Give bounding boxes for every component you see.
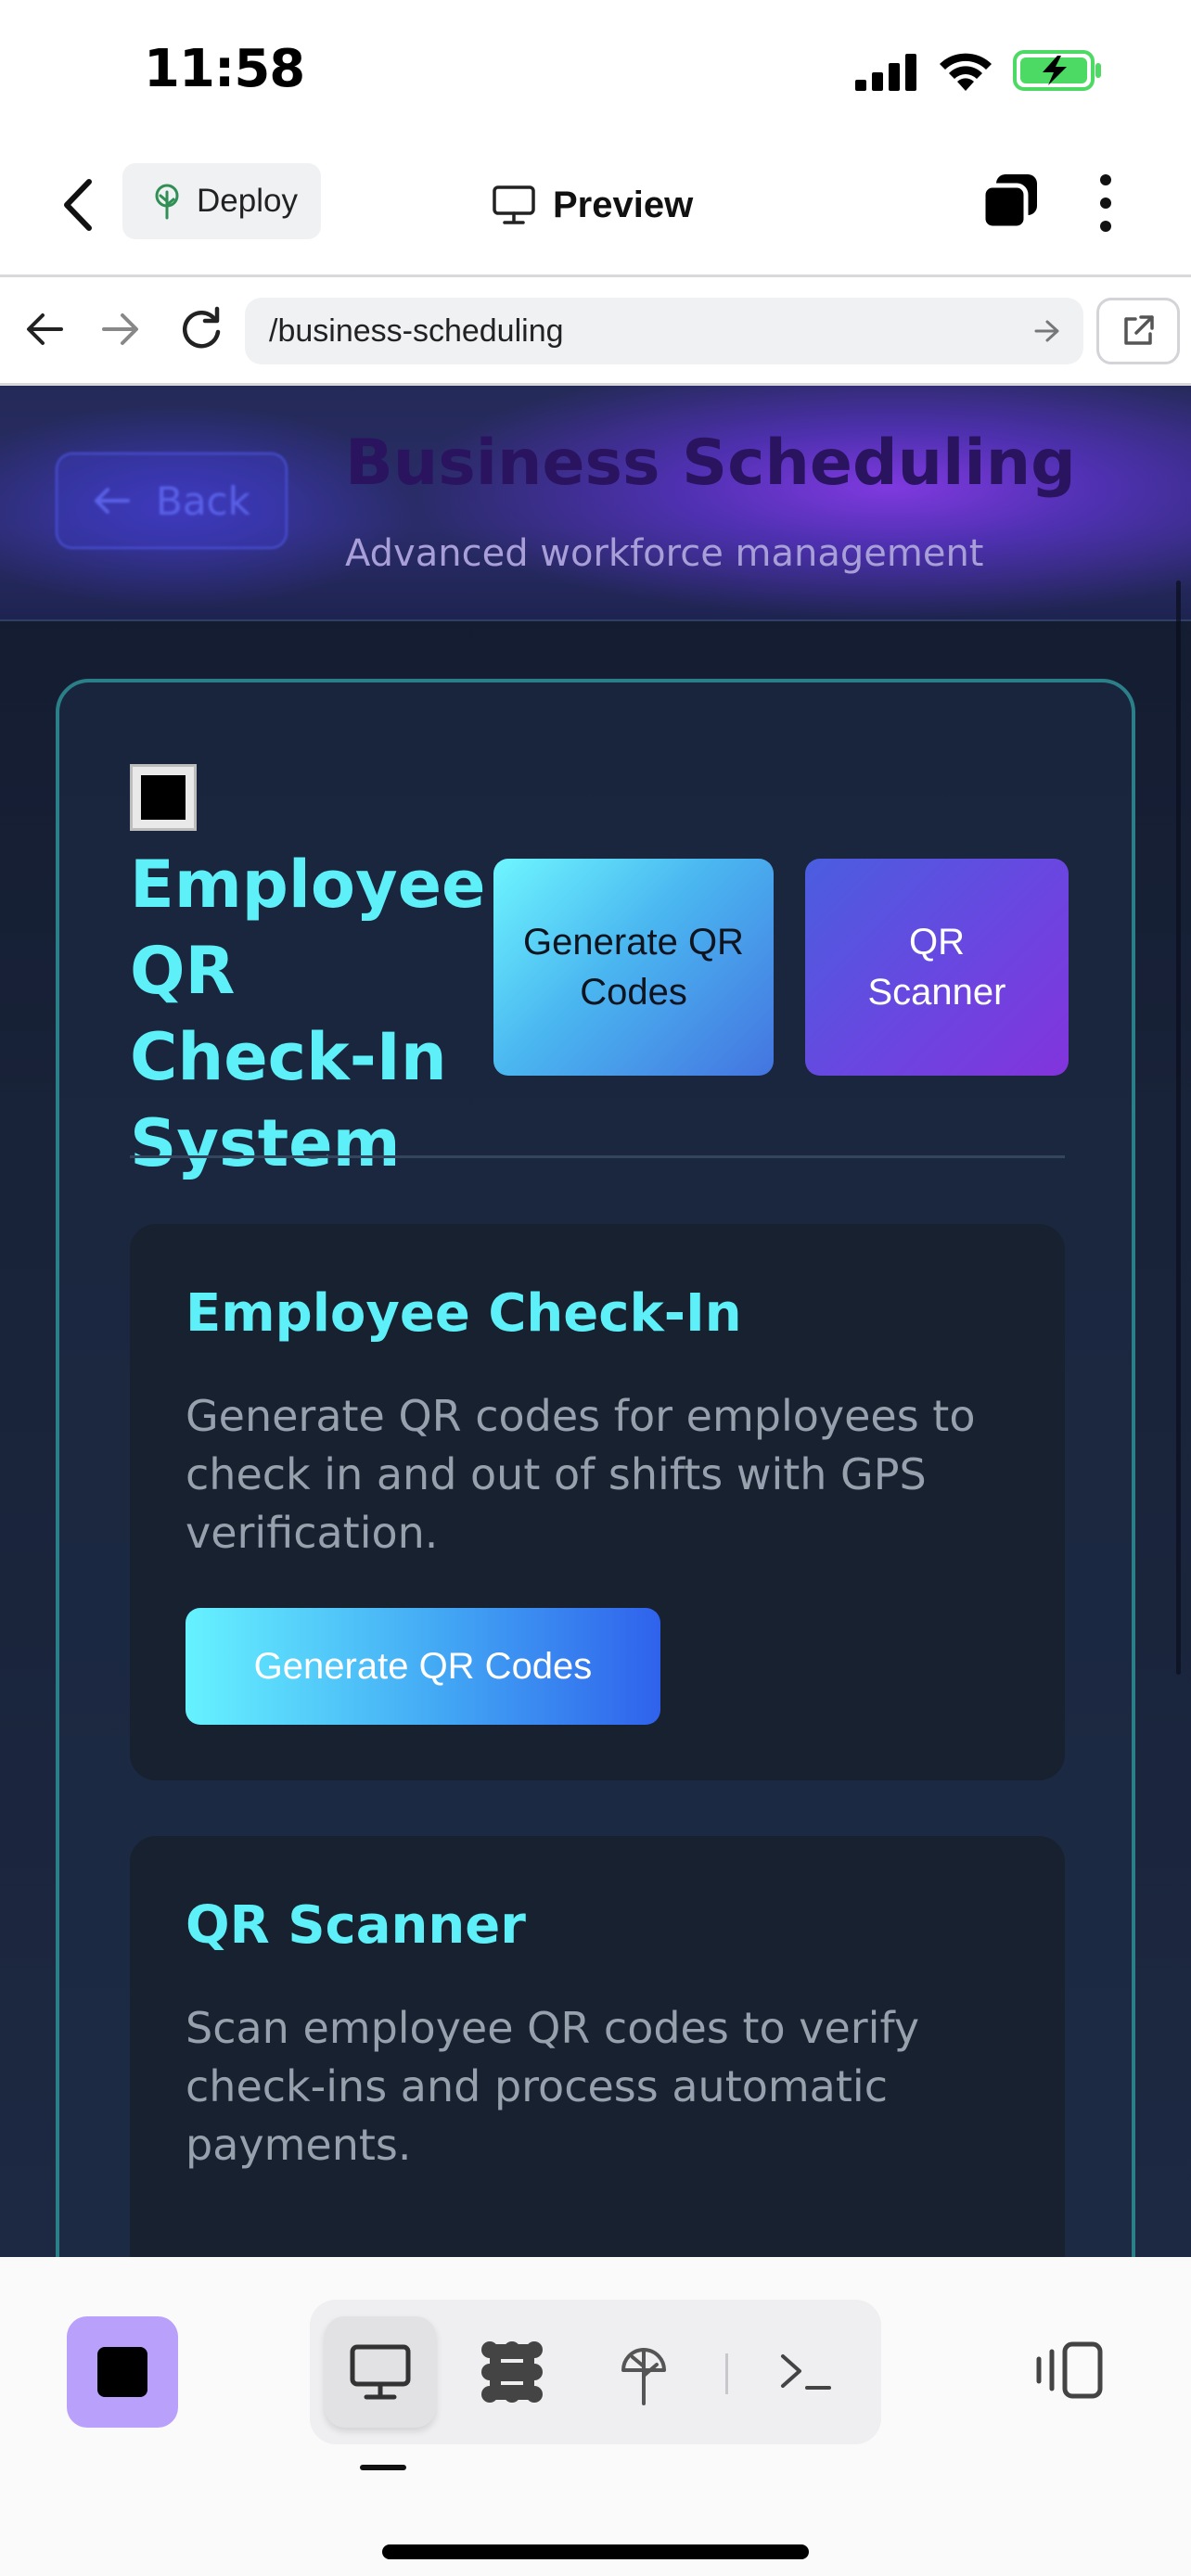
preview-title-label: Preview <box>553 184 694 225</box>
web-page: Back Business Scheduling Advanced workfo… <box>0 386 1191 2257</box>
feature-employee-checkin: Employee Check-In Generate QR codes for … <box>130 1224 1065 1780</box>
deploy-tab[interactable] <box>588 2316 699 2428</box>
preview-title: Preview <box>492 172 693 237</box>
side-panel-icon[interactable] <box>1033 2340 1104 2400</box>
apps-grid-icon <box>481 2341 543 2403</box>
separator <box>725 2353 728 2394</box>
tabs-icon[interactable] <box>980 172 1039 232</box>
generate-qr-codes-button[interactable]: Generate QR Codes <box>493 859 774 1076</box>
url-bar[interactable] <box>245 298 1083 364</box>
battery-charging-icon <box>1013 50 1101 91</box>
deploy-tree-icon <box>155 184 179 220</box>
stop-icon <box>97 2347 147 2397</box>
deploy-tree-icon <box>621 2348 666 2405</box>
reload-icon[interactable] <box>178 305 224 351</box>
more-options-icon[interactable] <box>1095 172 1117 234</box>
app-header: Deploy Preview <box>0 139 1191 274</box>
qr-scanner-button[interactable]: QR Scanner <box>805 859 1069 1076</box>
feature-generate-qr-button[interactable]: Generate QR Codes <box>186 1608 660 1725</box>
bottom-toolbar <box>0 2257 1191 2576</box>
card-title: Employee QR Check-In System <box>130 847 486 1181</box>
arrow-left-icon[interactable] <box>24 311 65 348</box>
deploy-button[interactable]: Deploy <box>122 163 321 239</box>
qr-checkin-card: Employee QR Check-In System Generate QR … <box>56 679 1135 2257</box>
open-external-button[interactable] <box>1096 298 1180 364</box>
hero-back-button[interactable]: Back <box>56 453 288 549</box>
broken-image-icon <box>130 764 197 831</box>
cellular-signal-icon <box>855 54 916 91</box>
page-scrollbar[interactable] <box>1176 580 1181 1675</box>
status-time: 11:58 <box>144 39 305 99</box>
divider <box>130 1155 1065 1158</box>
wifi-icon <box>940 53 992 91</box>
home-indicator <box>382 2544 809 2559</box>
hero-back-label: Back <box>156 478 250 524</box>
external-link-icon <box>1124 315 1154 345</box>
stop-button[interactable] <box>67 2316 178 2428</box>
back-chevron-icon[interactable] <box>58 176 98 234</box>
terminal-tab[interactable] <box>749 2316 861 2428</box>
page-hero: Back Business Scheduling Advanced workfo… <box>0 386 1191 621</box>
browser-bar <box>0 274 1191 386</box>
url-input[interactable] <box>269 312 992 350</box>
view-switcher <box>310 2300 881 2444</box>
apps-tab[interactable] <box>456 2316 568 2428</box>
monitor-icon <box>493 185 535 224</box>
feature-description: Generate QR codes for employees to check… <box>186 1391 976 1558</box>
page-title: Business Scheduling <box>345 427 1076 500</box>
go-arrow-icon[interactable] <box>1033 318 1061 344</box>
deploy-label: Deploy <box>197 183 298 219</box>
active-tab-indicator <box>360 2465 406 2470</box>
status-bar: 11:58 <box>0 0 1191 139</box>
feature-title: QR Scanner <box>186 1895 526 1956</box>
feature-description: Scan employee QR codes to verify check-i… <box>186 2003 920 2170</box>
page-subtitle: Advanced workforce management <box>345 532 984 575</box>
arrow-left-icon <box>95 488 130 514</box>
feature-qr-scanner: QR Scanner Scan employee QR codes to ver… <box>130 1836 1065 2257</box>
arrow-right-icon[interactable] <box>100 311 141 348</box>
monitor-icon <box>350 2344 411 2400</box>
feature-title: Employee Check-In <box>186 1283 742 1344</box>
desktop-preview-tab[interactable] <box>325 2316 436 2428</box>
terminal-icon <box>781 2354 831 2390</box>
